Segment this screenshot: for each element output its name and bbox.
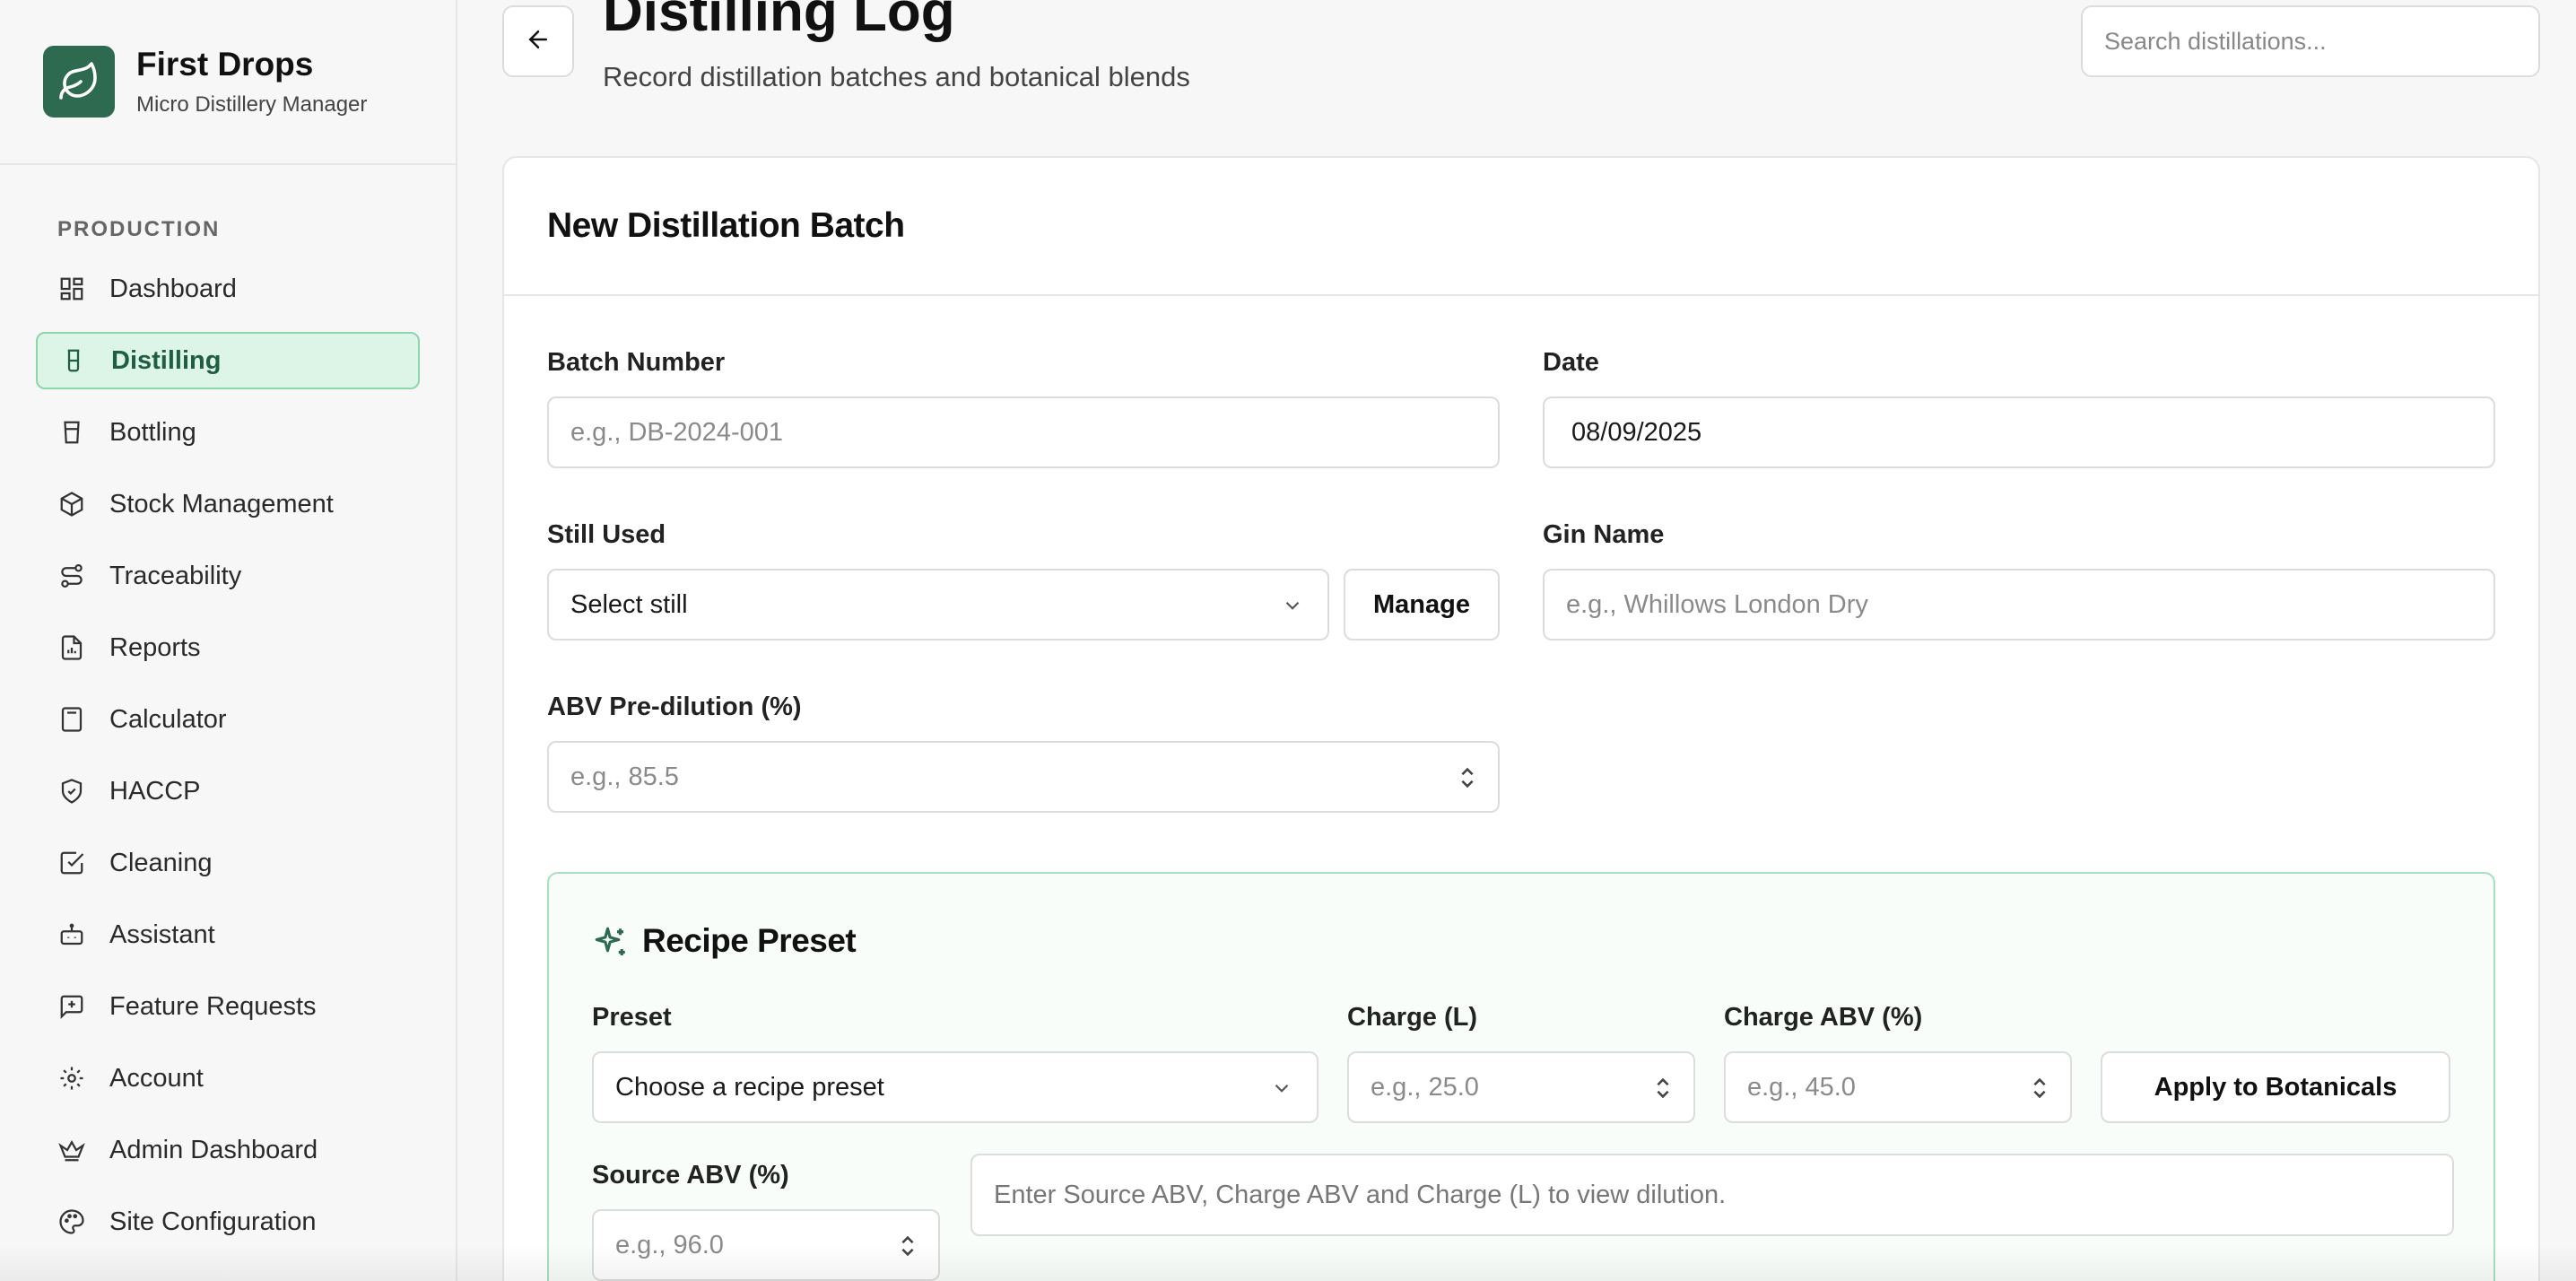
date-input[interactable]: 08/09/2025 <box>1543 396 2495 468</box>
sidebar-item-calculator[interactable]: Calculator <box>36 691 420 748</box>
still-select[interactable]: Select still <box>547 569 1329 640</box>
sidebar-item-reports[interactable]: Reports <box>36 619 420 676</box>
apply-to-botanicals-button[interactable]: Apply to Botanicals <box>2101 1051 2450 1123</box>
sidebar-item-label: Site Configuration <box>109 1207 317 1236</box>
leaf-icon <box>43 46 115 118</box>
gin-name-input[interactable]: e.g., Whillows London Dry <box>1543 569 2495 640</box>
sidebar-item-label: Bottling <box>109 417 196 447</box>
calculator-icon <box>57 705 86 734</box>
sidebar-item-label: Account <box>109 1063 204 1093</box>
search-input[interactable] <box>2081 5 2540 77</box>
sidebar-item-label: HACCP <box>109 776 201 806</box>
recipe-preset-title: Recipe Preset <box>642 922 857 959</box>
sidebar-item-label: Reports <box>109 632 201 662</box>
bot-icon <box>57 920 86 949</box>
back-button[interactable] <box>502 5 574 77</box>
bottle-icon <box>57 418 86 447</box>
sidebar-item-label: Dashboard <box>109 274 237 303</box>
number-stepper-icon[interactable] <box>1654 1075 1672 1109</box>
preset-select-value: Choose a recipe preset <box>615 1072 884 1102</box>
page-title: Distilling Log <box>603 0 955 43</box>
flask-icon <box>59 346 88 375</box>
recipe-preset-panel: Recipe Preset Preset Choose a recipe pre… <box>547 872 2495 1281</box>
sidebar-item-label: Distilling <box>111 345 222 375</box>
sidebar-item-stock-management[interactable]: Stock Management <box>36 475 420 533</box>
chevron-down-icon <box>1270 1076 1293 1107</box>
still-used-label: Still Used <box>547 520 666 549</box>
dilution-hint: Enter Source ABV, Charge ABV and Charge … <box>970 1154 2454 1236</box>
sidebar-item-cleaning[interactable]: Cleaning <box>36 834 420 892</box>
package-icon <box>57 490 86 518</box>
charge-abv-input[interactable]: e.g., 45.0 <box>1724 1051 2072 1123</box>
preset-label: Preset <box>592 1003 672 1032</box>
card-title: New Distillation Batch <box>504 158 2538 296</box>
sidebar-item-label: Traceability <box>109 561 242 590</box>
abv-pre-dilution-input[interactable]: e.g., 85.5 <box>547 741 1500 813</box>
brand-subtitle: Micro Distillery Manager <box>136 92 368 117</box>
number-stepper-icon[interactable] <box>1458 764 1476 798</box>
brand-header: First Drops Micro Distillery Manager <box>0 0 456 165</box>
chevron-down-icon <box>1281 594 1304 624</box>
still-select-value: Select still <box>570 589 688 619</box>
sidebar-item-assistant[interactable]: Assistant <box>36 906 420 963</box>
preset-select[interactable]: Choose a recipe preset <box>592 1051 1318 1123</box>
checkbox-icon <box>57 849 86 877</box>
crown-icon <box>57 1136 86 1164</box>
manage-stills-button[interactable]: Manage <box>1344 569 1500 640</box>
abv-pre-dilution-placeholder: e.g., 85.5 <box>570 762 679 791</box>
sidebar-item-dashboard[interactable]: Dashboard <box>36 260 420 318</box>
sidebar-item-traceability[interactable]: Traceability <box>36 547 420 605</box>
sidebar-item-site-configuration[interactable]: Site Configuration <box>36 1193 420 1250</box>
arrow-left-icon <box>525 26 552 57</box>
sidebar-item-distilling[interactable]: Distilling <box>36 332 420 389</box>
file-icon <box>57 633 86 662</box>
charge-input[interactable]: e.g., 25.0 <box>1347 1051 1695 1123</box>
charge-placeholder: e.g., 25.0 <box>1371 1072 1479 1102</box>
nav-section-production: PRODUCTION <box>57 217 221 241</box>
message-plus-icon <box>57 992 86 1021</box>
sidebar-item-label: Stock Management <box>109 489 334 518</box>
palette-icon <box>57 1207 86 1236</box>
number-stepper-icon[interactable] <box>2031 1075 2049 1109</box>
sidebar-item-label: Feature Requests <box>109 991 317 1021</box>
sidebar-item-label: Assistant <box>109 919 215 949</box>
sidebar-item-admin-dashboard[interactable]: Admin Dashboard <box>36 1121 420 1179</box>
sidebar-item-bottling[interactable]: Bottling <box>36 404 420 461</box>
batch-number-input[interactable]: e.g., DB-2024-001 <box>547 396 1500 468</box>
new-batch-card: New Distillation Batch Batch Number e.g.… <box>502 156 2540 1281</box>
sidebar-item-label: Admin Dashboard <box>109 1135 318 1164</box>
shield-check-icon <box>57 777 86 806</box>
date-label: Date <box>1543 348 1599 377</box>
sidebar-item-haccp[interactable]: HACCP <box>36 762 420 820</box>
source-abv-label: Source ABV (%) <box>592 1161 789 1190</box>
gin-name-label: Gin Name <box>1543 520 1665 549</box>
sparkles-icon <box>592 924 630 966</box>
sidebar-item-label: Cleaning <box>109 848 213 877</box>
main-content: Distilling Log Record distillation batch… <box>459 0 2576 1281</box>
dashboard-icon <box>57 274 86 303</box>
gear-icon <box>57 1064 86 1093</box>
sidebar-item-feature-requests[interactable]: Feature Requests <box>36 978 420 1035</box>
abv-pre-dilution-label: ABV Pre-dilution (%) <box>547 693 802 721</box>
bottom-shadow <box>0 1245 2576 1281</box>
sidebar-nav: Dashboard Distilling Bottling Stock Mana… <box>0 260 456 1250</box>
sidebar-item-label: Calculator <box>109 704 227 734</box>
batch-number-label: Batch Number <box>547 348 726 377</box>
brand-name: First Drops <box>136 46 314 83</box>
route-icon <box>57 562 86 590</box>
sidebar-item-account[interactable]: Account <box>36 1050 420 1107</box>
charge-abv-placeholder: e.g., 45.0 <box>1747 1072 1856 1102</box>
charge-abv-label: Charge ABV (%) <box>1724 1003 1923 1032</box>
page-subtitle: Record distillation batches and botanica… <box>603 61 1190 92</box>
charge-label: Charge (L) <box>1347 1003 1477 1032</box>
sidebar: First Drops Micro Distillery Manager PRO… <box>0 0 457 1281</box>
